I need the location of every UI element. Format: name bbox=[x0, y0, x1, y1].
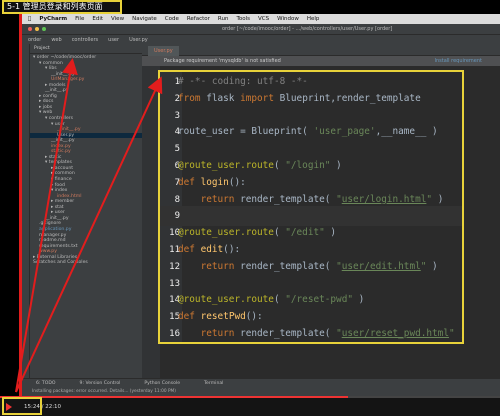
arrow-to-tree bbox=[15, 58, 78, 393]
video-title: 5-1 管理员登录和列表页面 bbox=[2, 0, 122, 14]
arrow-to-code bbox=[15, 76, 163, 393]
annotation-arrows bbox=[15, 58, 163, 393]
